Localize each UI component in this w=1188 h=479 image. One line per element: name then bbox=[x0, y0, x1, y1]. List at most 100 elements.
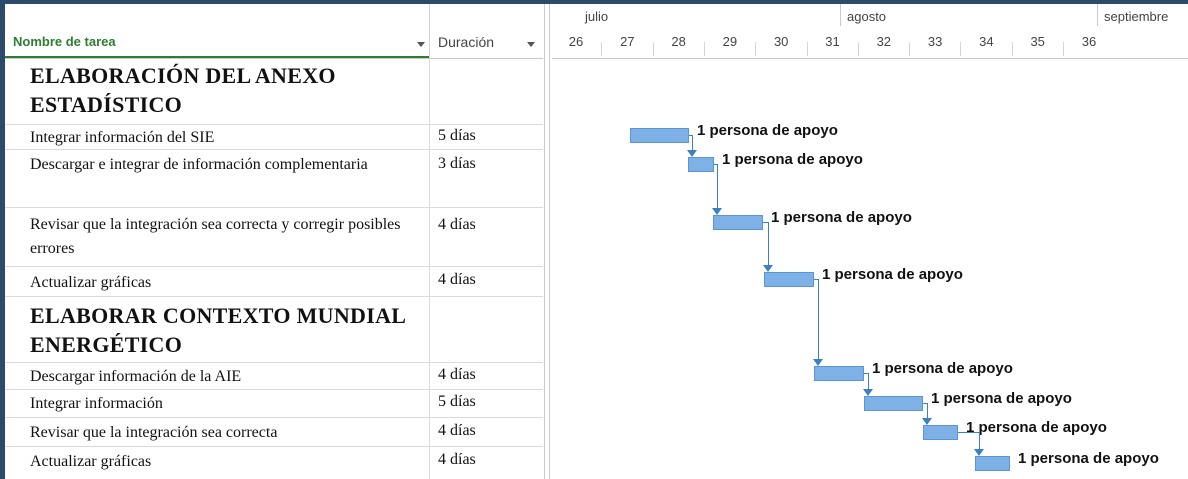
duration-cell[interactable]: 4 días bbox=[430, 418, 543, 446]
dependency-link bbox=[923, 403, 927, 404]
duration-cell[interactable]: 4 días bbox=[430, 447, 543, 479]
dependency-arrow-icon bbox=[687, 150, 697, 157]
task-row[interactable]: Actualizar gráficas 4 días bbox=[5, 447, 543, 479]
duration-cell[interactable]: 4 días bbox=[430, 363, 543, 389]
task-name-cell[interactable]: Integrar información del SIE bbox=[5, 125, 430, 149]
dependency-link bbox=[717, 164, 718, 209]
month-divider bbox=[1097, 4, 1098, 26]
column-header-task-name[interactable]: Nombre de tarea bbox=[5, 4, 430, 59]
dependency-arrow-icon bbox=[763, 265, 773, 272]
task-duration: 4 días bbox=[438, 216, 476, 233]
task-duration: 4 días bbox=[438, 422, 476, 439]
timescale-week-label: 26 bbox=[568, 34, 584, 49]
dependency-arrow-icon bbox=[712, 208, 722, 215]
dependency-link bbox=[814, 279, 818, 280]
duration-cell[interactable]: 5 días bbox=[430, 390, 543, 417]
task-row[interactable]: Revisar que la integración sea correcta … bbox=[5, 418, 543, 447]
duration-cell[interactable] bbox=[430, 59, 543, 124]
task-name-cell[interactable]: ELABORACIÓN DEL ANEXO ESTADÍSTICO bbox=[5, 59, 430, 124]
task-duration: 4 días bbox=[438, 451, 476, 468]
duration-cell[interactable]: 5 días bbox=[430, 125, 543, 149]
dependency-arrow-icon bbox=[974, 449, 984, 456]
task-name-cell[interactable]: Descargar e integrar de información comp… bbox=[5, 150, 430, 207]
dependency-link bbox=[763, 222, 768, 223]
dependency-link bbox=[714, 164, 717, 165]
task-row[interactable]: Integrar información del SIE 5 días bbox=[5, 125, 543, 150]
dependency-link bbox=[692, 135, 693, 151]
task-name-cell[interactable]: Actualizar gráficas bbox=[5, 447, 430, 479]
timescale-week-label: 30 bbox=[773, 34, 789, 49]
timescale-week-label: 32 bbox=[876, 34, 892, 49]
dependency-link bbox=[958, 432, 979, 433]
task-name: Actualizar gráficas bbox=[30, 453, 152, 470]
gantt-view: Nombre de tarea Duración ELABORACIÓN DEL… bbox=[0, 0, 1188, 479]
task-name-cell[interactable]: Integrar información bbox=[5, 390, 430, 417]
month-divider bbox=[840, 4, 841, 26]
resource-label: 1 persona de apoyo bbox=[697, 122, 838, 139]
dependency-link bbox=[768, 222, 769, 266]
dependency-link bbox=[818, 279, 819, 360]
dependency-link bbox=[979, 432, 980, 450]
duration-cell[interactable]: 4 días bbox=[430, 208, 543, 266]
task-duration: 4 días bbox=[438, 271, 476, 288]
column-filter-dropdown-icon[interactable] bbox=[527, 42, 535, 47]
dependency-arrow-icon bbox=[813, 359, 823, 366]
timescale-week-divider bbox=[703, 42, 705, 56]
timescale-week-divider bbox=[755, 42, 757, 56]
resource-label: 1 persona de apoyo bbox=[966, 419, 1107, 436]
dependency-link bbox=[868, 373, 869, 390]
task-name-cell[interactable]: ELABORAR CONTEXTO MUNDIAL ENERGÉTICO bbox=[5, 297, 430, 362]
timescale-header: julio agosto septiembre 26 27 28 29 30 31 32 33… bbox=[552, 4, 1188, 59]
timescale-week-label: 28 bbox=[671, 34, 686, 49]
task-row[interactable]: Descargar e integrar de información comp… bbox=[5, 150, 543, 208]
column-filter-dropdown-icon[interactable] bbox=[417, 42, 425, 47]
pane-splitter[interactable] bbox=[544, 4, 545, 479]
timescale-week-divider bbox=[857, 42, 859, 56]
column-header-duration[interactable]: Duración bbox=[430, 4, 543, 59]
duration-cell[interactable] bbox=[430, 297, 543, 362]
task-bar[interactable] bbox=[688, 157, 714, 172]
task-row[interactable]: Revisar que la integración sea correcta … bbox=[5, 208, 543, 267]
timescale-month-label: julio bbox=[585, 9, 609, 24]
task-bar[interactable] bbox=[630, 128, 689, 143]
task-bar[interactable] bbox=[864, 396, 923, 411]
task-bar[interactable] bbox=[713, 215, 763, 230]
dependency-link bbox=[864, 373, 868, 374]
resource-label: 1 persona de apoyo bbox=[872, 360, 1013, 377]
task-bar[interactable] bbox=[923, 425, 958, 440]
summary-row[interactable]: ELABORACIÓN DEL ANEXO ESTADÍSTICO bbox=[5, 59, 543, 125]
duration-cell[interactable]: 3 días bbox=[430, 150, 543, 207]
dependency-arrow-icon bbox=[922, 418, 932, 425]
task-name-cell[interactable]: Revisar que la integración sea correcta … bbox=[5, 208, 430, 266]
timescale-week-label: 27 bbox=[620, 34, 635, 49]
timescale-week-label: 34 bbox=[979, 34, 994, 49]
task-name: Actualizar gráficas bbox=[30, 274, 152, 291]
dependency-link bbox=[689, 135, 692, 136]
summary-row[interactable]: ELABORAR CONTEXTO MUNDIAL ENERGÉTICO bbox=[5, 297, 543, 363]
task-duration: 4 días bbox=[438, 366, 476, 383]
timescale-week-label: 35 bbox=[1030, 34, 1045, 49]
task-bar[interactable] bbox=[975, 456, 1010, 471]
task-name-cell[interactable]: Revisar que la integración sea correcta bbox=[5, 418, 430, 446]
timescale-week-label: 29 bbox=[722, 34, 738, 49]
resource-label: 1 persona de apoyo bbox=[722, 151, 863, 168]
duration-cell[interactable]: 4 días bbox=[430, 267, 543, 296]
task-row[interactable]: Descargar información de la AIE 4 días bbox=[5, 363, 543, 390]
task-name: Descargar e integrar de información comp… bbox=[30, 156, 368, 173]
task-name: Descargar información de la AIE bbox=[30, 368, 242, 385]
timescale-week-label: 36 bbox=[1081, 34, 1097, 49]
column-header-duration-label: Duración bbox=[438, 34, 495, 50]
task-duration: 5 días bbox=[438, 127, 476, 144]
task-row[interactable]: Integrar información 5 días bbox=[5, 390, 543, 418]
task-name-cell[interactable]: Actualizar gráficas bbox=[5, 267, 430, 296]
task-bar[interactable] bbox=[764, 272, 814, 287]
timescale-week-divider bbox=[601, 42, 603, 56]
timescale-month-label: agosto bbox=[847, 9, 887, 24]
task-name-cell[interactable]: Descargar información de la AIE bbox=[5, 363, 430, 389]
timescale-week-divider bbox=[1011, 42, 1013, 56]
summary-task-name: ELABORACIÓN DEL ANEXO ESTADÍSTICO bbox=[30, 63, 336, 117]
task-name: Revisar que la integración sea correcta bbox=[30, 424, 278, 441]
task-bar[interactable] bbox=[814, 366, 864, 381]
timescale-week-divider bbox=[1063, 42, 1064, 56]
task-row[interactable]: Actualizar gráficas 4 días bbox=[5, 267, 543, 297]
